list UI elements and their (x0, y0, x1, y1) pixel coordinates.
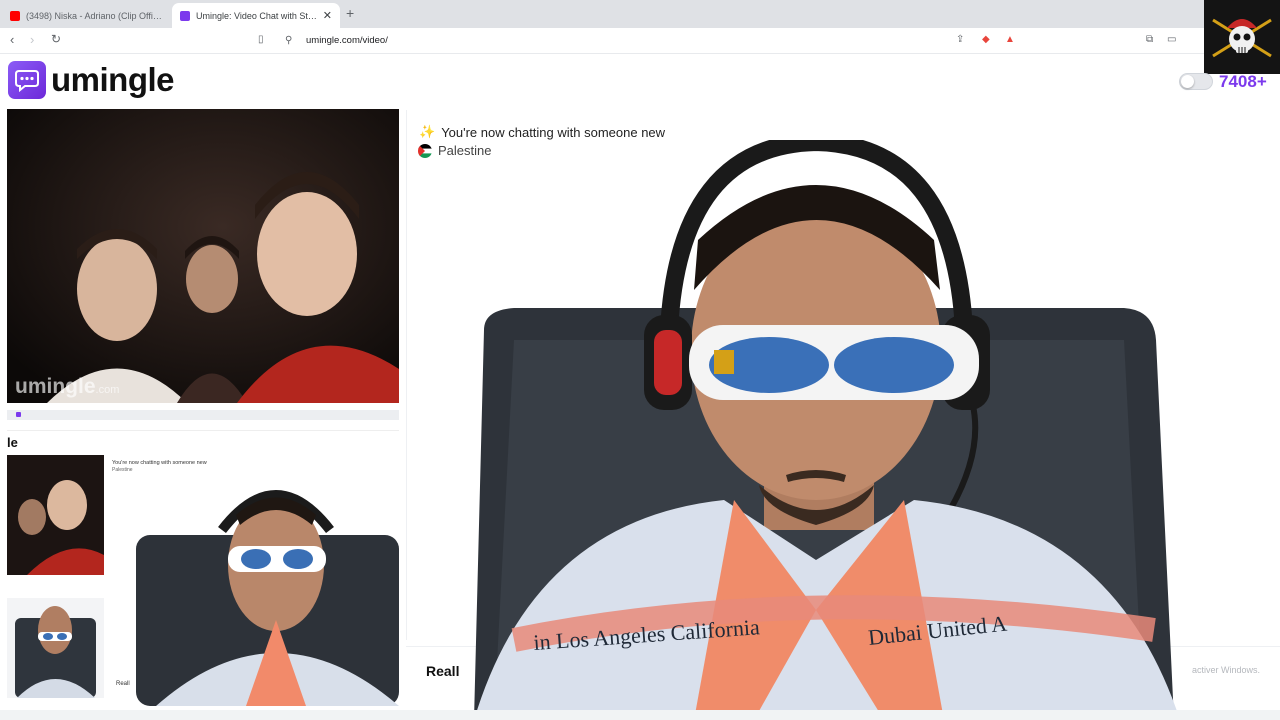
brave-shield-icon[interactable]: ◆ (982, 34, 990, 45)
mini-header-fragment: le (7, 435, 18, 450)
share-icon[interactable]: ⇪ (956, 34, 964, 45)
mini-partner-video (7, 455, 104, 575)
palestine-flag-icon (418, 143, 432, 158)
chat-bubble-icon (8, 61, 46, 99)
watermark-text: umingle (15, 375, 96, 398)
forward-icon[interactable]: › (30, 32, 34, 47)
mini-chat-country: Palestine (112, 467, 133, 473)
site-info-icon[interactable]: ⚲ (285, 35, 292, 46)
reload-icon[interactable]: ↻ (51, 32, 61, 46)
browser-toolbar: ‹ › ↻ ▯ ⚲ umingle.com/video/ ⇪ ◆ ▲ ⧉ ▭ (0, 28, 1280, 54)
umingle-watermark: umingle.com (15, 375, 119, 399)
pirate-skull-icon (1212, 18, 1272, 58)
extensions-icon[interactable]: ⧉ (1146, 34, 1153, 45)
streamer-avatar (1204, 0, 1280, 74)
mini-browser-tabbar (7, 410, 399, 420)
browser-tab-strip: (3498) Niska - Adriano (Clip Officiel) U… (0, 0, 1280, 28)
mini-favicon-icon (16, 412, 21, 417)
mini-chat-notice: You're now chatting with someone new (112, 460, 207, 466)
toggle-knob (1181, 75, 1194, 88)
youtube-icon (10, 10, 20, 21)
address-bar[interactable]: ⚲ umingle.com/video/ (276, 32, 1031, 51)
online-count: 7408+ (1219, 72, 1267, 91)
theme-toggle[interactable] (1179, 73, 1213, 90)
streamer-webcam-frame: in Los Angeles California Dubai United A (474, 140, 1180, 720)
close-tab-icon[interactable]: ✕ (323, 9, 332, 22)
tab-title: (3498) Niska - Adriano (Clip Officiel) (26, 10, 162, 21)
activate-windows-watermark: activer Windows. (1192, 665, 1261, 675)
watermark-suffix: .com (95, 384, 120, 396)
logo-text: umingle (51, 61, 175, 98)
browser-tab-youtube[interactable]: (3498) Niska - Adriano (Clip Officiel) (2, 3, 170, 28)
new-tab-button[interactable]: + (346, 5, 354, 21)
browser-tab-umingle[interactable]: Umingle: Video Chat with Strangers ✕ (172, 3, 340, 28)
partner-video: umingle.com (7, 109, 399, 403)
rewards-icon[interactable]: ▲ (1005, 34, 1015, 45)
url-text: umingle.com/video/ (306, 35, 388, 46)
bottom-strip (0, 710, 1280, 720)
mini-address-bar (7, 421, 399, 431)
mini-input-preview: Reall (116, 681, 130, 687)
sparkle-icon: ✨ (419, 124, 436, 139)
umingle-favicon-icon (180, 10, 190, 21)
sidebar-icon[interactable]: ▭ (1167, 34, 1176, 45)
streamer-webcam-overlay: in Los Angeles California Dubai United A (474, 140, 1180, 720)
mini-self-video (136, 470, 399, 706)
message-input-text[interactable]: Reall (426, 663, 459, 679)
bookmark-icon[interactable]: ▯ (258, 34, 264, 45)
chat-system-message: ✨ You're now chatting with someone new (419, 124, 665, 140)
umingle-logo[interactable]: umingle (8, 61, 175, 99)
chat-notice-text: You're now chatting with someone new (441, 124, 666, 140)
partner-video-frame (7, 109, 399, 403)
back-icon[interactable]: ‹ (10, 32, 14, 47)
tab-title: Umingle: Video Chat with Strangers (196, 10, 319, 21)
mini-self-thumb (7, 598, 104, 698)
